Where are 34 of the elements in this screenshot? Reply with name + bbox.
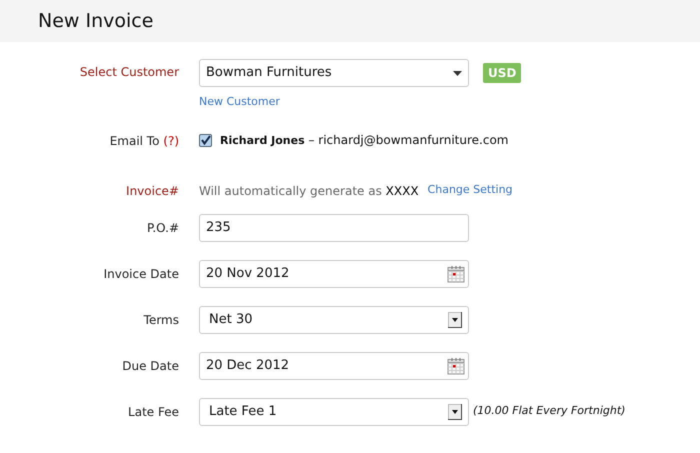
field-label: P.O.# <box>146 220 179 236</box>
customer-select[interactable]: Bowman Furnitures <box>199 59 469 87</box>
dropdown-button-icon[interactable] <box>448 312 462 328</box>
text-field[interactable]: 235 <box>199 214 469 242</box>
help-link[interactable]: (?) <box>163 134 179 148</box>
new-customer-link[interactable]: New Customer <box>199 94 522 110</box>
caret-icon <box>453 70 462 76</box>
change-setting-link[interactable]: Change Setting <box>428 182 513 199</box>
date-value: 20 Dec 2012 <box>206 356 290 375</box>
currency-badge: USD <box>483 63 522 83</box>
dropdown-button-icon[interactable] <box>448 404 462 420</box>
email-recipient: Richard Jones – richardj@bowmanfurniture.com <box>220 132 508 150</box>
field-label: Invoice Date <box>104 266 179 282</box>
check-icon <box>200 135 211 146</box>
field-label: Select Customer <box>80 64 179 81</box>
calendar-icon[interactable] <box>447 264 465 282</box>
calendar-icon[interactable] <box>447 356 465 374</box>
field-label: Terms <box>144 312 179 328</box>
select-field[interactable]: Late Fee 1 <box>199 398 469 426</box>
date-value: 20 Nov 2012 <box>206 264 290 283</box>
select-field[interactable]: Net 30 <box>199 306 469 334</box>
field-label: Invoice# <box>126 182 179 200</box>
late-fee-note: (10.00 Flat Every Fortnight) <box>473 403 626 420</box>
page-title: New Invoice <box>38 8 154 34</box>
select-value: Net 30 <box>209 310 252 329</box>
date-field[interactable]: 20 Dec 2012 <box>199 352 469 380</box>
field-label: Late Fee <box>128 404 179 420</box>
invoice-number-text: Will automatically generate as XXXX <box>199 182 419 200</box>
field-label: Email To (?) <box>110 132 179 150</box>
select-value: Bowman Furnitures <box>206 64 332 82</box>
field-label: Due Date <box>122 358 179 374</box>
date-field[interactable]: 20 Nov 2012 <box>199 260 469 288</box>
email-checkbox[interactable] <box>199 134 212 147</box>
select-value: Late Fee 1 <box>209 402 277 421</box>
